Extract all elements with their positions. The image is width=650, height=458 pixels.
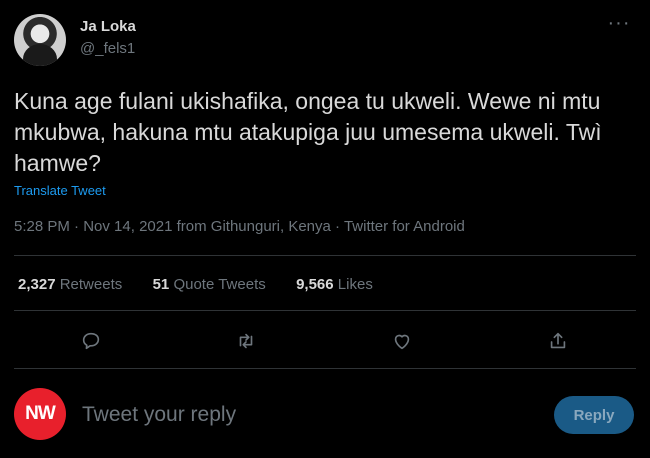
likes-label: Likes xyxy=(337,276,373,293)
author-display-name[interactable]: Ja Loka xyxy=(80,17,136,37)
quote-tweets-count: 51 xyxy=(152,276,170,293)
tweet-source[interactable]: Twitter for Android xyxy=(344,218,465,235)
avatar-figure xyxy=(23,44,57,66)
tweet-time[interactable]: 5:28 PM xyxy=(14,218,70,235)
share-icon xyxy=(550,332,566,349)
tweet-meta: 5:28 PM · Nov 14, 2021 from Githunguri, … xyxy=(14,217,465,237)
reply-icon xyxy=(82,332,100,350)
reply-submit-button[interactable]: Reply xyxy=(554,396,634,434)
retweet-icon xyxy=(239,333,253,349)
retweets-stat[interactable]: 2,327 Retweets xyxy=(18,276,126,293)
quote-tweets-stat[interactable]: 51 Quote Tweets xyxy=(148,276,269,293)
likes-stat[interactable]: 9,566 Likes xyxy=(292,276,373,293)
divider xyxy=(14,368,636,369)
like-button[interactable] xyxy=(385,326,419,356)
tweet-location: from Githunguri, Kenya xyxy=(176,218,331,235)
author-avatar[interactable] xyxy=(14,14,66,66)
author-handle[interactable]: @_fels1 xyxy=(80,39,135,59)
share-button[interactable] xyxy=(541,326,575,356)
translate-tweet-link[interactable]: Translate Tweet xyxy=(14,183,106,198)
divider xyxy=(14,255,636,256)
retweets-count: 2,327 xyxy=(18,276,56,293)
avatar-initials: NW xyxy=(17,391,63,437)
tweet-text: Kuna age fulani ukishafika, ongea tu ukw… xyxy=(14,88,602,176)
meta-separator: · xyxy=(335,218,344,235)
divider xyxy=(14,310,636,311)
tweet-date[interactable]: Nov 14, 2021 xyxy=(83,218,172,235)
likes-count: 9,566 xyxy=(296,276,334,293)
like-icon xyxy=(394,334,410,350)
retweets-label: Retweets xyxy=(59,276,123,293)
reply-input[interactable]: Tweet your reply xyxy=(82,402,236,428)
reply-button-action[interactable] xyxy=(74,326,108,356)
more-options-icon[interactable]: ··· xyxy=(604,13,634,38)
meta-separator: · xyxy=(74,218,84,235)
quote-tweets-label: Quote Tweets xyxy=(173,276,266,293)
current-user-avatar[interactable]: NW xyxy=(14,388,66,440)
tweet-stats: 2,327 Retweets 51 Quote Tweets 9,566 Lik… xyxy=(18,275,373,295)
retweet-button[interactable] xyxy=(229,326,263,356)
